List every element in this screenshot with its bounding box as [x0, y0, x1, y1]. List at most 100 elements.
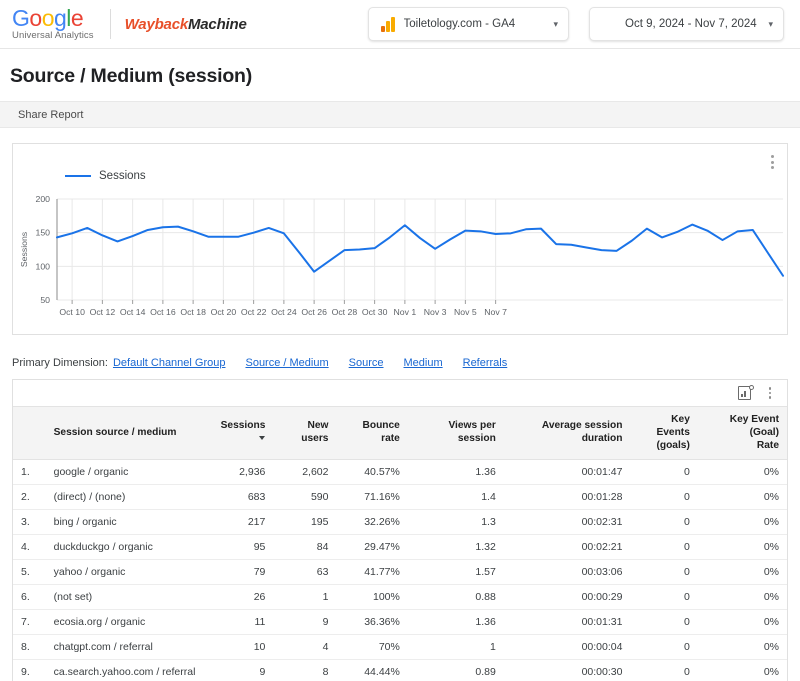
x-tick-oct-18: Oct 18	[180, 307, 206, 317]
row-new-users: 2,602	[273, 459, 337, 486]
row-views: 1.32	[407, 534, 504, 561]
column-key-events[interactable]: Key Events (goals)	[630, 405, 698, 461]
row-sessions: 2,936	[203, 459, 274, 486]
row-views: 1.36	[407, 459, 504, 486]
x-tick-oct-28: Oct 28	[332, 307, 358, 317]
row-sessions: 9	[203, 659, 274, 681]
row-views: 1.3	[407, 509, 504, 536]
row-views: 1.4	[407, 484, 504, 511]
x-tick-oct-12: Oct 12	[90, 307, 116, 317]
row-bounce: 40.57%	[336, 459, 408, 486]
column-bounce-rate[interactable]: Bounce rate	[336, 405, 408, 461]
column-new-users[interactable]: New users	[273, 405, 337, 461]
property-selector[interactable]: Toiletology.com - GA4 ▾	[368, 7, 569, 41]
x-tick-nov-5: Nov 5	[454, 307, 477, 317]
row-session-source-medium[interactable]: bing / organic	[43, 509, 204, 536]
table-row[interactable]: 7. ecosia.org / organic 11 9 36.36% 1.36 00:01…	[13, 609, 787, 636]
row-new-users: 84	[273, 534, 337, 561]
column-views-per-session[interactable]: Views per session	[407, 405, 504, 461]
row-views: 1.36	[407, 609, 504, 636]
row-new-users: 195	[273, 509, 337, 536]
column-sessions-label: Sessions	[220, 420, 266, 432]
row-key-events: 0	[630, 659, 698, 681]
table-row[interactable]: 5. yahoo / organic 79 63 41.77% 1.57 00:03:06 0…	[13, 559, 787, 586]
column-average-session-duration[interactable]: Average session duration	[503, 405, 631, 461]
primary-dimension-link-source-medium[interactable]: Source / Medium	[245, 357, 328, 369]
row-bounce: 36.36%	[336, 609, 408, 636]
table-row[interactable]: 4. duckduckgo / organic 95 84 29.47% 1.32 00:0…	[13, 534, 787, 561]
tab-share-report[interactable]: Share Report	[18, 109, 83, 121]
chart-x-axis-ticks: Oct 10 Oct 12 Oct 14 Oct 16 Oct 18 Oct 20 Oct …	[59, 300, 507, 317]
chart-gridlines	[56, 198, 783, 301]
column-sessions[interactable]: Sessions	[203, 405, 274, 461]
wayback-word: Wayback	[124, 15, 189, 33]
row-key-event-rate: 0%	[697, 484, 787, 511]
row-session-source-medium[interactable]: ca.search.yahoo.com / referral	[43, 659, 204, 681]
row-duration: 00:01:47	[503, 459, 631, 486]
brand-divider	[109, 9, 111, 39]
table-row[interactable]: 3. bing / organic 217 195 32.26% 1.3 00:02:31 0…	[13, 509, 787, 536]
row-duration: 00:03:06	[503, 559, 631, 586]
top-bar-controls: Toiletology.com - GA4 ▾ Oct 9, 2024 - No…	[368, 7, 788, 41]
primary-dimension-link-referrals[interactable]: Referrals	[463, 357, 508, 369]
table-more-vert-icon[interactable]	[763, 385, 777, 401]
primary-dimension-link-medium[interactable]: Medium	[404, 357, 443, 369]
date-range-value: Oct 9, 2024 - Nov 7, 2024	[625, 18, 757, 30]
date-range-selector[interactable]: Oct 9, 2024 - Nov 7, 2024 ▾	[589, 7, 784, 41]
row-session-source-medium[interactable]: yahoo / organic	[43, 559, 204, 586]
row-key-event-rate: 0%	[697, 534, 787, 561]
chevron-down-icon: ▾	[768, 18, 773, 29]
table-row[interactable]: 1. google / organic 2,936 2,602 40.57% 1.36 00…	[13, 459, 787, 486]
row-new-users: 1	[273, 584, 337, 611]
y-tick-150: 150	[36, 228, 51, 238]
column-session-source-medium[interactable]: Session source / medium	[43, 405, 204, 461]
chevron-down-icon: ▾	[553, 18, 558, 29]
row-index: 7.	[13, 609, 44, 636]
chart-insights-icon[interactable]	[738, 385, 754, 400]
row-session-source-medium[interactable]: (direct) / (none)	[43, 484, 204, 511]
column-key-event-goal-rate[interactable]: Key Event (Goal) Rate	[697, 405, 787, 461]
row-sessions: 95	[203, 534, 274, 561]
row-session-source-medium[interactable]: ecosia.org / organic	[43, 609, 204, 636]
row-duration: 00:00:29	[503, 584, 631, 611]
primary-dimension-link-default-channel-group[interactable]: Default Channel Group	[113, 357, 226, 369]
row-key-event-rate: 0%	[697, 634, 787, 661]
row-key-event-rate: 0%	[697, 659, 787, 681]
row-new-users: 9	[273, 609, 337, 636]
row-key-events: 0	[630, 484, 698, 511]
row-new-users: 4	[273, 634, 337, 661]
x-tick-oct-14: Oct 14	[120, 307, 146, 317]
report-tab-bar: Share Report	[0, 101, 800, 128]
row-key-event-rate: 0%	[697, 509, 787, 536]
chart-y-axis-ticks: 50 100 150 200	[36, 194, 51, 305]
google-analytics-logo: Google Universal Analytics	[12, 7, 94, 41]
row-views: 0.89	[407, 659, 504, 681]
row-session-source-medium[interactable]: google / organic	[43, 459, 204, 486]
property-selector-value: Toiletology.com - GA4	[403, 18, 516, 30]
google-wordmark: Google	[12, 5, 84, 32]
table-toolbar	[13, 380, 787, 406]
table-header-row: Session source / medium Sessions New use…	[13, 405, 787, 461]
row-key-events: 0	[630, 559, 698, 586]
sessions-chart-card: Sessions 50 100 150 200 Oct 10 Oct 12 Oct 14 O…	[12, 143, 788, 335]
primary-dimension-link-source[interactable]: Source	[349, 357, 384, 369]
row-sessions: 683	[203, 484, 274, 511]
row-sessions: 79	[203, 559, 274, 586]
table-row[interactable]: 9. ca.search.yahoo.com / referral 9 8 44.44%…	[13, 659, 787, 681]
row-key-events: 0	[630, 534, 698, 561]
x-tick-oct-24: Oct 24	[271, 307, 297, 317]
table-row[interactable]: 6. (not set) 26 1 100% 0.88 00:00:29 0 0%	[13, 584, 787, 611]
row-index: 1.	[13, 459, 44, 486]
row-index: 5.	[13, 559, 44, 586]
row-duration: 00:00:30	[503, 659, 631, 681]
row-session-source-medium[interactable]: (not set)	[43, 584, 204, 611]
table-row[interactable]: 8. chatgpt.com / referral 10 4 70% 1 00:00:04 0…	[13, 634, 787, 661]
row-index: 2.	[13, 484, 44, 511]
row-new-users: 63	[273, 559, 337, 586]
row-session-source-medium[interactable]: chatgpt.com / referral	[43, 634, 204, 661]
table-row[interactable]: 2. (direct) / (none) 683 590 71.16% 1.4 00:01:…	[13, 484, 787, 511]
row-duration: 00:00:04	[503, 634, 631, 661]
row-bounce: 29.47%	[336, 534, 408, 561]
row-new-users: 8	[273, 659, 337, 681]
row-session-source-medium[interactable]: duckduckgo / organic	[43, 534, 204, 561]
